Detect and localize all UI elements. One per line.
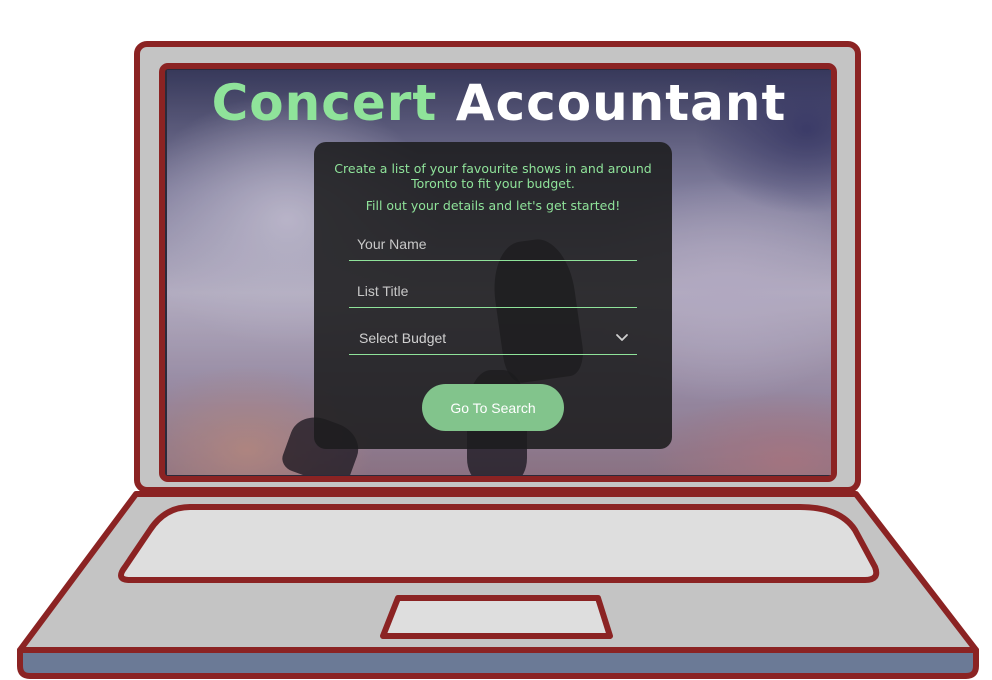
intro-subtext: Fill out your details and let's get star… [365,198,621,213]
app-screen: Concert Accountant Create a list of your… [167,70,831,475]
list-title-field [349,274,637,308]
app-title-part2: Accountant [455,74,787,132]
list-title-input[interactable] [349,274,637,307]
name-input[interactable] [349,227,637,260]
laptop-keyboard [118,504,880,583]
intro-text: Create a list of your favourite shows in… [334,161,652,191]
app-title: Concert Accountant [167,74,831,132]
chevron-down-icon [616,334,628,341]
laptop-trackpad [380,595,613,639]
signup-card: Create a list of your favourite shows in… [314,142,672,449]
laptop-base-strip [17,647,979,679]
name-field [349,227,637,261]
budget-select-value: Select Budget [359,330,447,346]
budget-select[interactable]: Select Budget [349,321,637,355]
go-to-search-button[interactable]: Go To Search [422,384,564,431]
app-title-part1: Concert [211,74,438,132]
